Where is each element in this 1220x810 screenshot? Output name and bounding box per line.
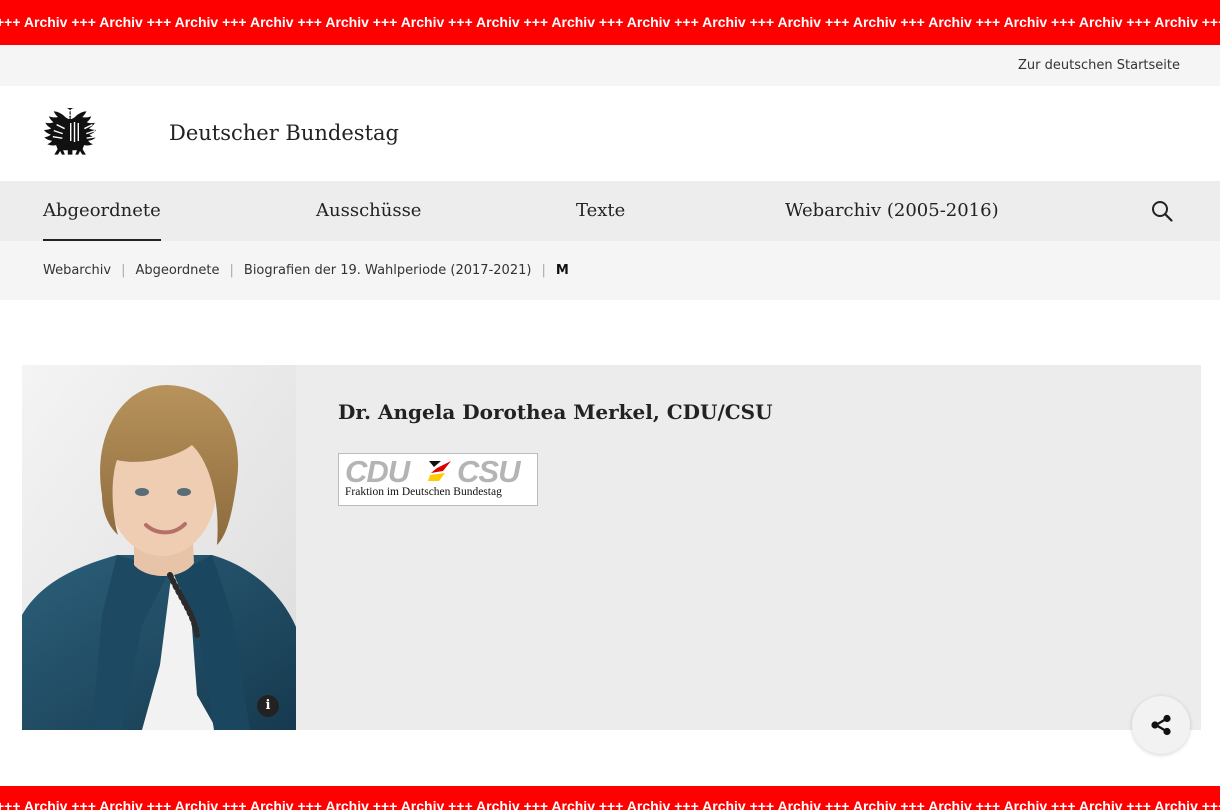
search-icon[interactable] xyxy=(1150,199,1174,223)
nav-item-webarchiv[interactable]: Webarchiv (2005-2016) xyxy=(785,200,999,221)
breadcrumb-biografien[interactable]: Biografien der 19. Wahlperiode (2017-202… xyxy=(244,263,532,278)
archive-banner-top: +++ Archiv +++ Archiv +++ Archiv +++ Arc… xyxy=(0,0,1220,45)
info-icon[interactable]: i xyxy=(257,695,279,717)
share-button[interactable] xyxy=(1132,696,1190,754)
site-title[interactable]: Deutscher Bundestag xyxy=(169,121,399,145)
breadcrumb-separator: | xyxy=(229,263,234,278)
breadcrumb-bar: Webarchiv | Abgeordnete | Biografien der 19.… xyxy=(0,241,1220,300)
breadcrumb-abgeordnete[interactable]: Abgeordnete xyxy=(135,263,219,278)
nav-item-abgeordnete[interactable]: Abgeordnete xyxy=(43,200,161,241)
breadcrumb-current: M xyxy=(555,263,569,278)
nav-item-texte[interactable]: Texte xyxy=(576,200,625,221)
breadcrumb-webarchiv[interactable]: Webarchiv xyxy=(43,263,111,278)
archive-banner-text: +++ Archiv +++ Archiv +++ Archiv +++ Arc… xyxy=(0,14,1220,30)
site-header: Deutscher Bundestag xyxy=(0,86,1220,181)
profile-card: i Dr. Angela Dorothea Merkel, CDU/CSU CD… xyxy=(22,365,1201,730)
german-homepage-link[interactable]: Zur deutschen Startseite xyxy=(1018,58,1180,73)
flag-swoosh-icon xyxy=(428,461,451,481)
archive-banner-text: +++ Archiv +++ Archiv +++ Archiv +++ Arc… xyxy=(0,798,1220,810)
member-name: Dr. Angela Dorothea Merkel, CDU/CSU xyxy=(338,400,773,424)
share-icon xyxy=(1151,714,1171,736)
breadcrumb-separator: | xyxy=(121,263,126,278)
party-logo: CDU CSU Fraktion im Deutschen Bundestag xyxy=(338,453,538,506)
party-logo-csu: CSU xyxy=(457,454,520,489)
party-logo-subtitle: Fraktion im Deutschen Bundestag xyxy=(345,486,502,498)
federal-eagle-icon[interactable] xyxy=(43,106,106,162)
main-navigation: Abgeordnete Ausschüsse Texte Webarchiv (… xyxy=(0,181,1220,241)
member-portrait xyxy=(22,365,296,730)
nav-item-ausschuesse[interactable]: Ausschüsse xyxy=(316,200,421,221)
utility-bar: Zur deutschen Startseite xyxy=(0,45,1220,86)
archive-banner-bottom: +++ Archiv +++ Archiv +++ Archiv +++ Arc… xyxy=(0,786,1220,810)
breadcrumb-separator: | xyxy=(541,263,546,278)
breadcrumb: Webarchiv | Abgeordnete | Biografien der 19.… xyxy=(43,263,569,278)
party-logo-cdu: CDU xyxy=(345,454,410,489)
